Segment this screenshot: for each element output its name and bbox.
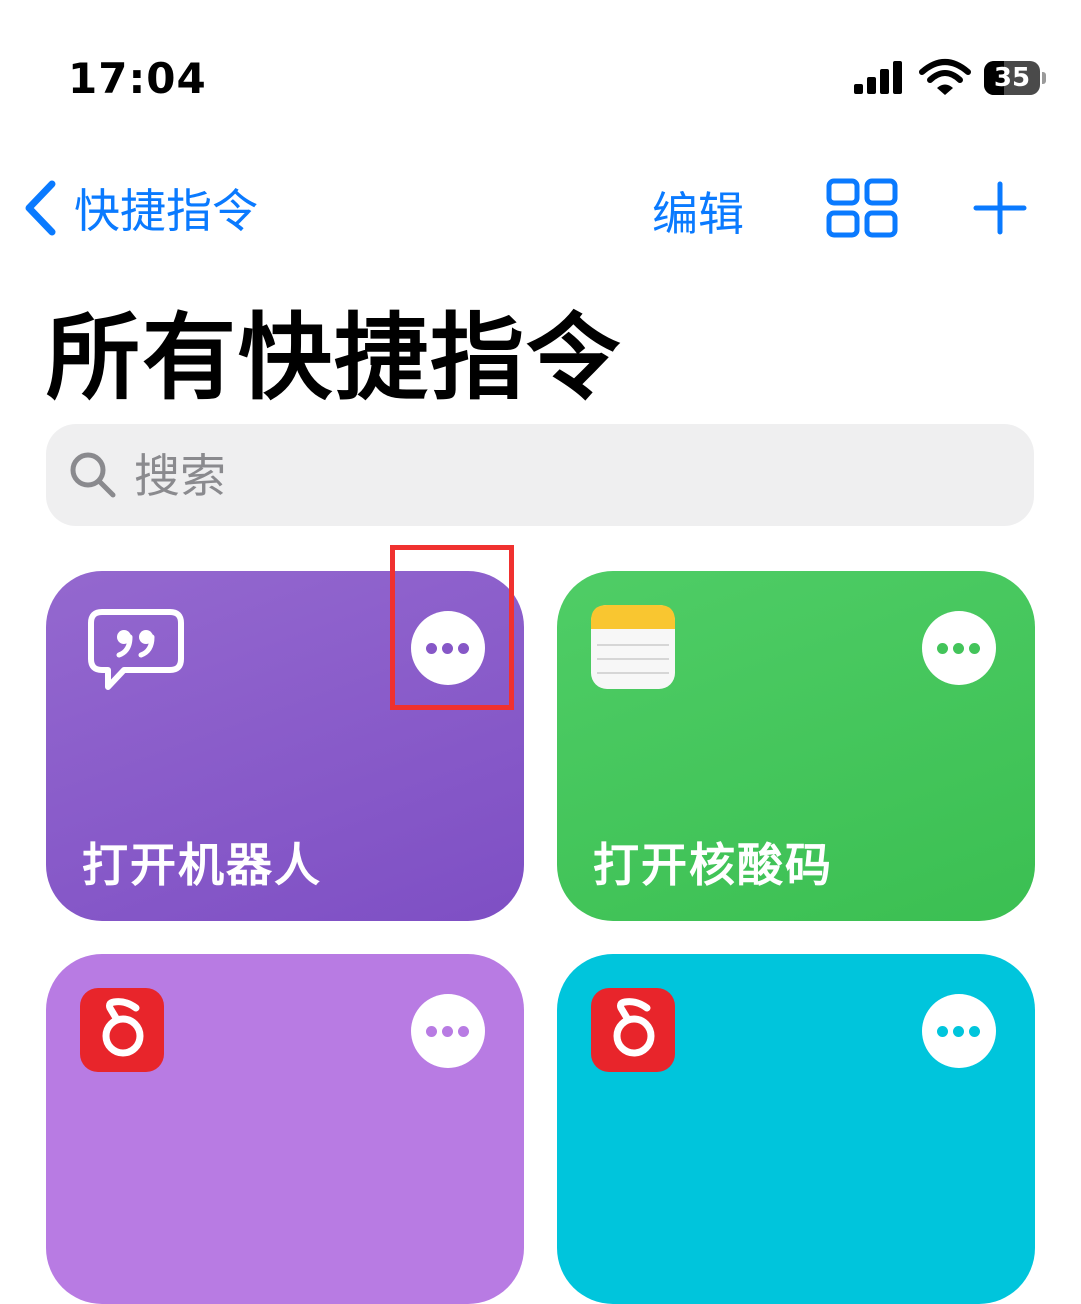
wifi-icon: [919, 59, 971, 95]
shortcut-card[interactable]: 打开机器人: [46, 571, 524, 921]
battery-level: 35: [993, 63, 1031, 93]
search-input[interactable]: [132, 442, 1016, 510]
shortcut-name: 打开核酸码: [593, 838, 833, 892]
status-icons: 35: [852, 58, 1052, 102]
notes-app-icon: [591, 605, 675, 689]
battery-icon: 35: [984, 61, 1040, 95]
shortcut-card[interactable]: 打开核酸码: [557, 571, 1035, 921]
status-time: 17:04: [68, 54, 207, 103]
more-options-button[interactable]: [411, 611, 485, 685]
netease-music-icon: [591, 988, 675, 1072]
more-options-button[interactable]: [922, 994, 996, 1068]
plus-icon: [973, 181, 1027, 235]
more-options-button[interactable]: [922, 611, 996, 685]
add-shortcut-button[interactable]: [972, 180, 1028, 236]
grid-icon: [826, 178, 898, 238]
quote-bubble-icon: [88, 609, 184, 690]
search-icon: [70, 452, 116, 498]
cellular-signal-icon: [854, 61, 902, 94]
chevron-left-icon: [25, 180, 56, 236]
search-bar[interactable]: [46, 424, 1034, 526]
shortcut-card[interactable]: [46, 954, 524, 1304]
back-button-label: 快捷指令: [74, 184, 258, 238]
netease-music-icon: [80, 988, 164, 1072]
battery-tip: [1042, 72, 1046, 84]
shortcut-card[interactable]: [557, 954, 1035, 1304]
edit-button[interactable]: 编辑: [652, 178, 744, 244]
more-options-button[interactable]: [411, 994, 485, 1068]
back-button[interactable]: 快捷指令: [22, 176, 258, 240]
shortcut-name: 打开机器人: [82, 838, 322, 892]
grid-view-button[interactable]: [826, 178, 898, 238]
page-title: 所有快捷指令: [46, 304, 623, 413]
